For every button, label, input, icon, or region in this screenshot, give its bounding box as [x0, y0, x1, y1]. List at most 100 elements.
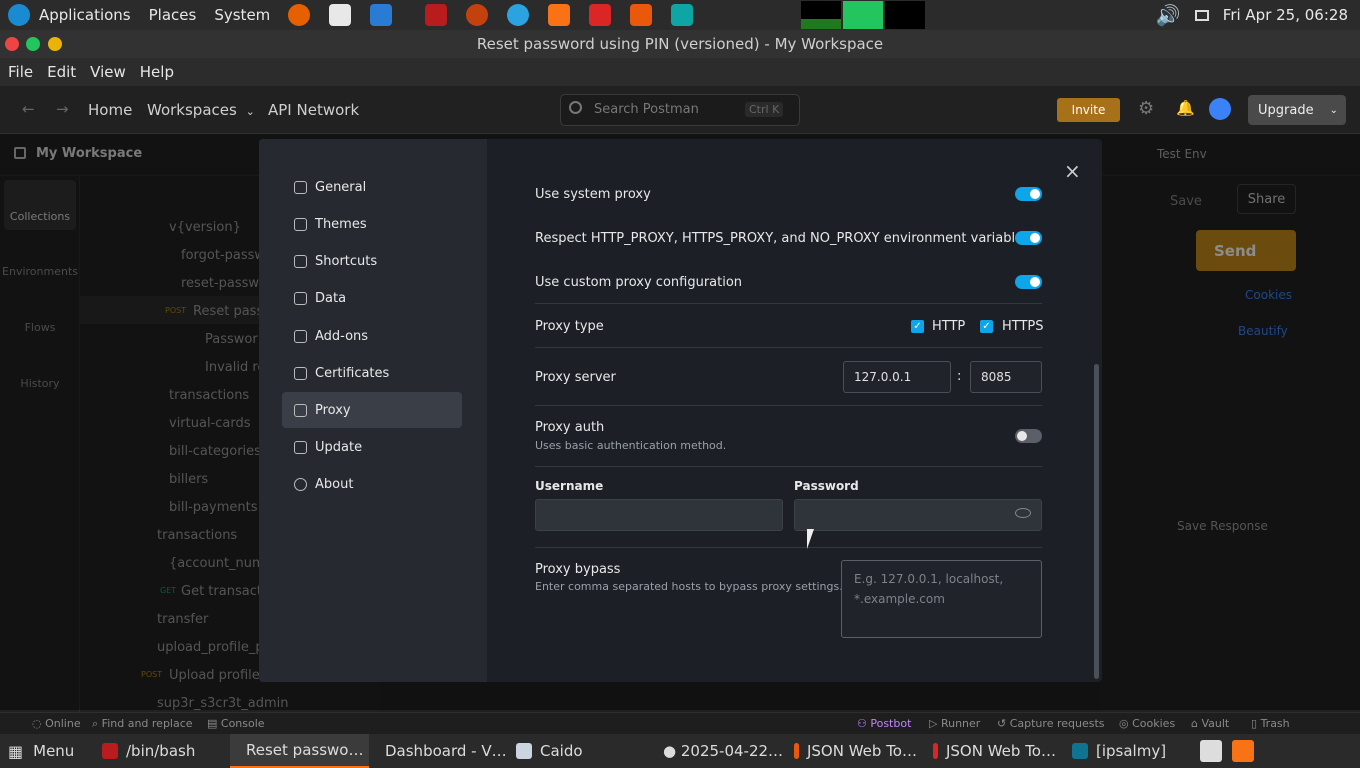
proxy-icon [294, 403, 307, 417]
divider [535, 303, 1042, 304]
applications-menu[interactable]: Applications [8, 4, 131, 26]
http-checkbox[interactable]: ✓ [911, 320, 924, 333]
task-jwt-2[interactable]: JSON Web To… [925, 734, 1064, 768]
telegram-icon[interactable] [507, 4, 530, 26]
gear-icon [294, 180, 307, 194]
invite-button[interactable]: Invite [1057, 98, 1120, 122]
certificate-icon [294, 366, 307, 380]
clock[interactable]: Fri Apr 25, 06:28 [1223, 6, 1348, 24]
vault-button[interactable]: ⌂ Vault [1191, 717, 1229, 730]
online-status[interactable]: ◌ Online [32, 717, 81, 730]
info-icon [294, 477, 307, 491]
maximize-window-button[interactable] [26, 37, 40, 51]
nav-data[interactable]: Data [282, 280, 462, 316]
cookies-button[interactable]: ◎ Cookies [1119, 717, 1175, 730]
task-postman[interactable]: Reset passwo… [230, 734, 369, 768]
nav-about[interactable]: About [282, 466, 462, 502]
proxy-auth-toggle[interactable] [1015, 429, 1042, 443]
minimize-window-button[interactable] [48, 37, 62, 51]
divider [535, 547, 1042, 548]
password-input[interactable] [794, 499, 1042, 531]
menu-edit[interactable]: Edit [47, 63, 76, 81]
forward-arrow-icon[interactable]: → [56, 100, 69, 118]
respect-env-toggle[interactable] [1015, 231, 1042, 245]
username-input[interactable] [535, 499, 783, 531]
proxy-host-input[interactable]: 127.0.0.1 [843, 361, 951, 393]
nav-add-ons[interactable]: Add-ons [282, 318, 462, 354]
terminal-launcher-icon[interactable] [425, 4, 448, 26]
proxy-type-label: Proxy type [535, 319, 604, 334]
task-terminal[interactable]: /bin/bash [94, 734, 230, 768]
caido-icon [516, 743, 532, 759]
home-link[interactable]: Home [88, 101, 132, 119]
system-monitor [801, 1, 925, 29]
close-icon[interactable]: × [1064, 159, 1081, 183]
places-menu[interactable]: Places [149, 6, 197, 24]
nav-certificates[interactable]: Certificates [282, 355, 462, 391]
window-title-bar: Reset password using PIN (versioned) - M… [0, 30, 1360, 58]
username-label: Username [535, 479, 604, 493]
nav-proxy[interactable]: Proxy [282, 392, 462, 428]
back-arrow-icon[interactable]: ← [22, 100, 35, 118]
distro-logo-icon [8, 4, 30, 26]
runner-button[interactable]: ▷ Runner [929, 717, 980, 730]
folder-icon [1072, 743, 1088, 759]
start-menu-button[interactable]: ▦ Menu [0, 734, 94, 768]
nav-general[interactable]: General [282, 169, 462, 205]
close-window-button[interactable] [5, 37, 19, 51]
tray-postman-icon[interactable] [1232, 740, 1254, 762]
api-network-link[interactable]: API Network [268, 101, 359, 119]
custom-proxy-label: Use custom proxy configuration [535, 275, 743, 290]
task-editor[interactable]: ● 2025-04-22… [647, 734, 786, 768]
sparkle-icon [294, 329, 307, 343]
respect-env-label: Respect HTTP_PROXY, HTTPS_PROXY, and NO_… [535, 231, 1030, 246]
nav-shortcuts[interactable]: Shortcuts [282, 243, 462, 279]
find-replace-button[interactable]: ⌕ Find and replace [92, 717, 193, 731]
upgrade-button[interactable]: Upgrade ⌄ [1248, 95, 1346, 125]
task-files[interactable]: [ipsalmy] [1064, 734, 1194, 768]
settings-gear-icon[interactable]: ⚙ [1138, 98, 1154, 119]
menu-file[interactable]: File [8, 63, 33, 81]
screen-icon[interactable] [1194, 9, 1209, 21]
notifications-bell-icon[interactable]: 🔔 [1176, 99, 1195, 117]
nav-themes[interactable]: Themes [282, 206, 462, 242]
menu-help[interactable]: Help [140, 63, 174, 81]
eye-icon[interactable] [1015, 508, 1031, 518]
burp-icon[interactable] [466, 4, 489, 26]
mouse-cursor [807, 529, 814, 549]
postbot-button[interactable]: ⚇ Postbot [857, 717, 911, 730]
nav-update[interactable]: Update [282, 429, 462, 465]
text-editor-icon[interactable] [329, 4, 352, 26]
proxy-port-input[interactable]: 8085 [970, 361, 1042, 393]
postman-launcher-icon[interactable] [548, 4, 571, 26]
volume-icon[interactable]: 🔊 [1156, 3, 1181, 27]
use-system-proxy-label: Use system proxy [535, 187, 651, 202]
vivaldi-icon[interactable] [589, 4, 612, 26]
file-manager-icon[interactable] [671, 4, 694, 26]
brave-icon[interactable] [630, 4, 653, 26]
firefox-icon[interactable] [288, 4, 311, 26]
proxy-bypass-description: Enter comma separated hosts to bypass pr… [535, 580, 843, 593]
trash-button[interactable]: ▯ Trash [1251, 717, 1290, 730]
menu-view[interactable]: View [90, 63, 126, 81]
use-system-proxy-toggle[interactable] [1015, 187, 1042, 201]
password-label: Password [794, 479, 859, 493]
capture-requests-button[interactable]: ↺ Capture requests [997, 717, 1105, 730]
proxy-bypass-textarea[interactable]: E.g. 127.0.0.1, localhost, *.example.com [841, 560, 1042, 638]
system-menu[interactable]: System [214, 6, 270, 24]
tray-icon[interactable] [1200, 740, 1222, 762]
task-dashboard[interactable]: Dashboard - V… [369, 734, 508, 768]
palette-icon [294, 217, 307, 231]
chevron-down-icon: ⌄ [1329, 104, 1338, 116]
workspaces-menu[interactable]: Workspaces ⌄ [147, 101, 255, 119]
search-icon [569, 101, 582, 114]
custom-proxy-toggle[interactable] [1015, 275, 1042, 289]
task-caido[interactable]: Caido [508, 734, 647, 768]
search-box[interactable]: Search Postman Ctrl K [560, 94, 800, 126]
scrollbar[interactable] [1094, 364, 1099, 679]
vscode-icon[interactable] [370, 4, 393, 26]
task-jwt-1[interactable]: JSON Web To… [786, 734, 925, 768]
console-button[interactable]: ▤ Console [207, 717, 265, 730]
https-checkbox[interactable]: ✓ [980, 320, 993, 333]
avatar[interactable] [1209, 98, 1231, 120]
